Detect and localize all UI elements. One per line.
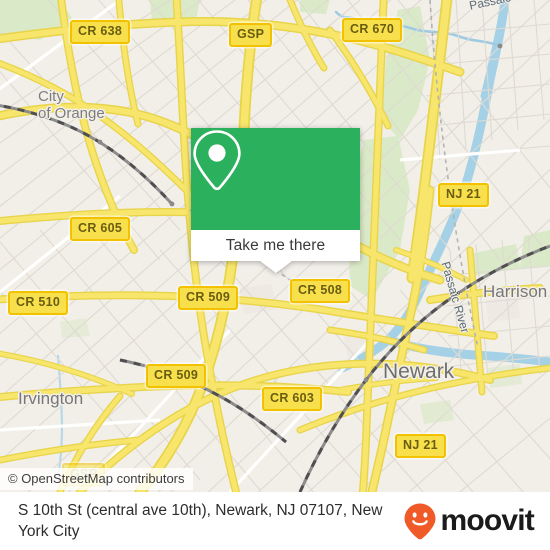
location-popup-card[interactable]: Take me there	[191, 128, 360, 273]
shield-cr-509-upper: CR 509	[178, 286, 239, 310]
shield-cr-670: CR 670	[342, 18, 403, 42]
map-attribution[interactable]: © OpenStreetMap contributors	[0, 468, 193, 490]
footer-bar: S 10th St (central ave 10th), Newark, NJ…	[0, 492, 550, 550]
shield-nj-21-north: NJ 21	[438, 183, 489, 207]
moovit-brand[interactable]: moovit	[403, 502, 540, 540]
shield-cr-508: CR 508	[290, 279, 351, 303]
shield-cr-509-lower: CR 509	[146, 364, 207, 388]
shield-nj-21-south: NJ 21	[395, 434, 446, 458]
shield-gsp-north: GSP	[229, 23, 273, 47]
shield-cr-603: CR 603	[262, 387, 323, 411]
moovit-location-screenshot: City of Orange Irvington Newark Harrison…	[0, 0, 550, 550]
location-pin-icon	[193, 130, 241, 191]
address-text: S 10th St (central ave 10th), Newark, NJ…	[18, 502, 383, 540]
shield-cr-638: CR 638	[70, 20, 131, 44]
moovit-smiley-pin-icon	[404, 503, 436, 540]
popup-icon-area	[191, 128, 360, 230]
shield-cr-605: CR 605	[70, 217, 131, 241]
moovit-wordmark: moovit	[440, 504, 534, 537]
take-me-there-button[interactable]: Take me there	[226, 237, 326, 255]
popup-cta-area[interactable]: Take me there	[191, 230, 360, 261]
shield-cr-510: CR 510	[8, 291, 69, 315]
map-canvas[interactable]: City of Orange Irvington Newark Harrison…	[0, 0, 550, 492]
popup-tail-pointer	[259, 261, 292, 273]
